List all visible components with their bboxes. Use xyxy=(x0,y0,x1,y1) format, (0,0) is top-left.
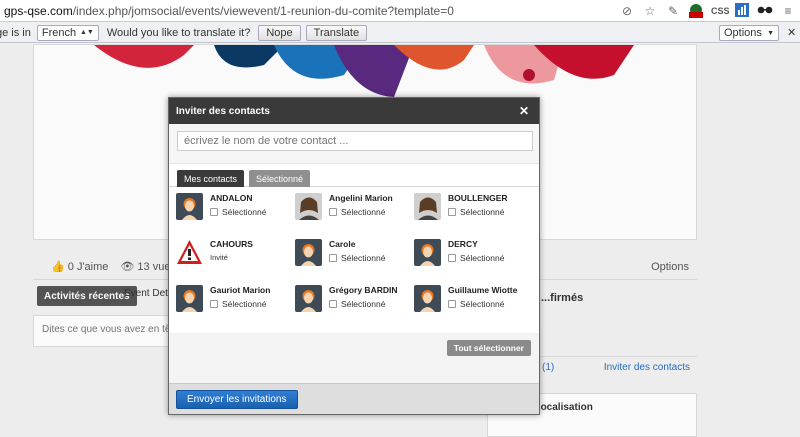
contact-name: Angelini Marion xyxy=(329,193,393,203)
avatar xyxy=(176,193,203,220)
checkbox[interactable] xyxy=(210,208,218,216)
close-icon[interactable]: ✕ xyxy=(519,104,529,118)
glasses-icon[interactable] xyxy=(757,3,773,19)
modal-tabs: Mes contacts Sélectionné xyxy=(169,164,539,187)
contact-card: Guillaume Wiotte Sélectionné xyxy=(414,285,532,319)
avatar xyxy=(414,239,441,266)
modal-header: Inviter des contacts ✕ xyxy=(169,98,539,124)
contacts-grid: ANDALON Sélectionné Angelini Marion Sélecti… xyxy=(169,187,539,333)
checkbox[interactable] xyxy=(329,254,337,262)
contact-name: BOULLENGER xyxy=(448,193,508,203)
contact-name: Grégory BARDIN xyxy=(329,285,398,295)
checkbox-label: Sélectionné xyxy=(341,299,386,309)
avatar xyxy=(414,193,441,220)
checkbox-label: Sélectionné xyxy=(460,253,505,263)
tab-my-contacts[interactable]: Mes contacts xyxy=(177,170,245,187)
warning-icon xyxy=(176,239,203,266)
select-all-button[interactable]: Tout sélectionner xyxy=(446,340,531,356)
checkbox-label: Sélectionné xyxy=(341,253,386,263)
checkbox[interactable] xyxy=(329,208,337,216)
extension-new-icon[interactable] xyxy=(688,3,704,19)
language-select[interactable]: French ▲▼ xyxy=(36,24,99,41)
avatar xyxy=(295,193,322,220)
contact-name: Guillaume Wiotte xyxy=(448,285,518,295)
contact-name: Gauriot Marion xyxy=(210,285,271,295)
contact-search-input[interactable] xyxy=(177,131,533,151)
translate-button[interactable]: Translate xyxy=(305,24,368,41)
checkbox[interactable] xyxy=(329,300,337,308)
url-text[interactable]: gps-qse.com/index.php/jomsocial/events/v… xyxy=(0,4,454,18)
checkbox[interactable] xyxy=(448,254,456,262)
invite-contacts-modal: Inviter des contacts ✕ Mes contacts Séle… xyxy=(168,97,540,415)
translate-prefix: ge is in xyxy=(0,26,31,39)
select-contact-checkbox[interactable]: Sélectionné xyxy=(210,207,266,217)
language-value: French xyxy=(41,26,77,39)
tab-selected[interactable]: Sélectionné xyxy=(249,170,311,187)
url-path: /index.php/jomsocial/events/viewevent/1-… xyxy=(72,3,454,18)
select-contact-checkbox[interactable]: Sélectionné xyxy=(448,299,504,309)
options-value: Options xyxy=(724,27,762,39)
contact-name: Carole xyxy=(329,239,356,249)
updown-arrows-icon: ▲▼ xyxy=(80,29,94,36)
modal-footer: Envoyer les invitations xyxy=(169,383,539,414)
avatar xyxy=(414,285,441,312)
translate-question: Would you like to translate it? xyxy=(106,26,251,39)
checkbox-label: Sélectionné xyxy=(460,207,505,217)
contact-card: CAHOURS Invité xyxy=(176,239,294,273)
send-invitations-button[interactable]: Envoyer les invitations xyxy=(176,390,298,409)
checkbox[interactable] xyxy=(448,208,456,216)
select-contact-checkbox[interactable]: Sélectionné xyxy=(448,253,504,263)
translate-bar: ge is in French ▲▼ Would you like to tra… xyxy=(0,23,800,43)
checkbox-label: Sélectionné xyxy=(222,207,267,217)
eyedropper-icon[interactable]: ✎ xyxy=(665,3,681,19)
close-icon[interactable]: ✕ xyxy=(787,26,796,39)
contact-name: CAHOURS xyxy=(210,239,253,249)
contact-card: ANDALON Sélectionné xyxy=(176,193,294,227)
contact-card: BOULLENGER Sélectionné xyxy=(414,193,532,227)
checkbox-label: Sélectionné xyxy=(341,207,386,217)
contact-name: DERCY xyxy=(448,239,478,249)
select-contact-checkbox[interactable]: Sélectionné xyxy=(329,299,385,309)
checkbox[interactable] xyxy=(210,300,218,308)
select-contact-checkbox[interactable]: Sélectionné xyxy=(329,207,385,217)
avatar xyxy=(295,285,322,312)
contact-card: Carole Sélectionné xyxy=(295,239,413,273)
contact-card: Angelini Marion Sélectionné xyxy=(295,193,413,227)
select-contact-checkbox[interactable]: Sélectionné xyxy=(329,253,385,263)
nope-button[interactable]: Nope xyxy=(258,24,301,41)
checkbox-label: Sélectionné xyxy=(222,299,267,309)
url-domain: gps-qse.com xyxy=(4,3,73,18)
select-contact-checkbox[interactable]: Sélectionné xyxy=(448,207,504,217)
avatar xyxy=(176,285,203,312)
checkbox[interactable] xyxy=(448,300,456,308)
invited-label: Invité xyxy=(210,253,228,262)
bookmark-star-icon[interactable]: ☆ xyxy=(642,3,658,19)
contact-name: ANDALON xyxy=(210,193,253,203)
contact-card: Gauriot Marion Sélectionné xyxy=(176,285,294,319)
select-contact-checkbox[interactable]: Sélectionné xyxy=(210,299,266,309)
dropdown-arrow-icon: ▼ xyxy=(767,29,774,37)
menu-icon[interactable]: ≡ xyxy=(780,3,796,19)
options-select[interactable]: Options ▼ xyxy=(719,25,779,41)
contact-card: DERCY Sélectionné xyxy=(414,239,532,273)
event-page: 👍 0 J'aime 👁 13 vues Options Activités r… xyxy=(0,44,800,437)
address-bar[interactable]: gps-qse.com/index.php/jomsocial/events/v… xyxy=(0,0,800,22)
modal-title: Inviter des contacts xyxy=(176,105,270,117)
css-extension-icon[interactable]: CSS xyxy=(711,3,730,19)
avatar xyxy=(295,239,322,266)
checkbox-label: Sélectionné xyxy=(460,299,505,309)
bar-chart-icon[interactable] xyxy=(734,3,750,19)
no-entry-icon[interactable]: ⊘ xyxy=(619,3,635,19)
contact-card: Grégory BARDIN Sélectionné xyxy=(295,285,413,319)
